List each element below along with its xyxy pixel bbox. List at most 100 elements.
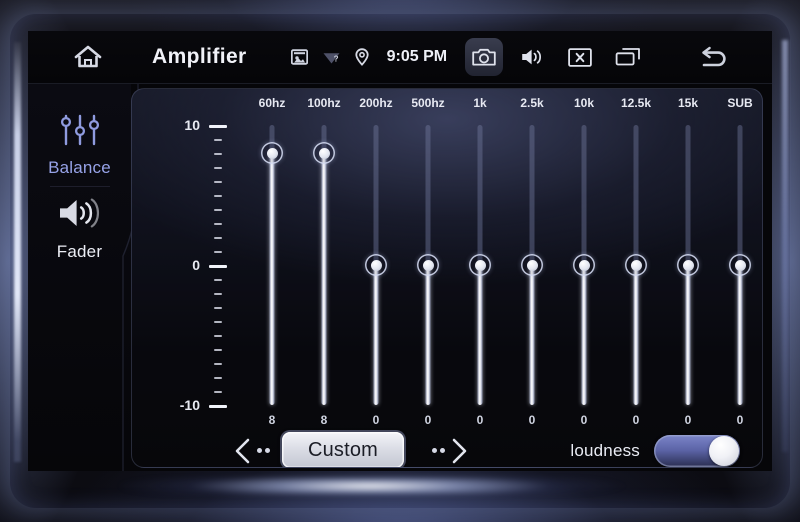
slider-knob[interactable] — [365, 254, 387, 276]
axis-tick-minor — [214, 153, 222, 155]
slider-fill — [633, 265, 639, 405]
eq-slider-1k[interactable] — [467, 125, 493, 405]
eq-slider-12.5k[interactable] — [623, 125, 649, 405]
eq-value: 8 — [268, 413, 276, 427]
loudness-toggle-knob — [709, 435, 739, 466]
equalizer-panel: 60hz 100hz 200hz 500hz 1k 2.5k 10k 12.5k 15k SUB … — [131, 88, 763, 468]
frequency-label: 60hz — [258, 96, 286, 110]
top-status-bar: Amplifier ? 9:05 PM — [28, 31, 772, 83]
back-arrow-icon[interactable] — [689, 35, 739, 79]
dot — [257, 448, 262, 453]
db-axis-label: 0 — [192, 257, 200, 273]
wifi-question-icon: ? — [322, 49, 341, 65]
sidebar-item-fader-label: Fader — [56, 242, 103, 261]
sliders-icon — [58, 114, 102, 151]
eq-value: 8 — [320, 413, 328, 427]
slider-fill — [321, 153, 327, 405]
prev-dots — [257, 448, 270, 453]
slider-knob[interactable] — [417, 254, 439, 276]
slider-fill — [685, 265, 691, 405]
head-unit-screen: Amplifier ? 9:05 PM Balance Fader 60hz 1… — [28, 31, 772, 471]
eq-value: 0 — [424, 413, 432, 427]
axis-tick-major — [209, 125, 227, 128]
page-title: Amplifier — [152, 45, 247, 68]
eq-slider-100hz[interactable] — [311, 125, 337, 405]
preset-button[interactable]: Custom — [282, 432, 404, 467]
home-icon[interactable] — [60, 31, 116, 83]
db-axis-label: -10 — [179, 397, 200, 413]
eq-value: 0 — [476, 413, 484, 427]
eq-value: 0 — [528, 413, 536, 427]
eq-value: 0 — [372, 413, 380, 427]
slider-knob[interactable] — [573, 254, 595, 276]
next-dots — [432, 448, 445, 453]
slider-fill — [581, 265, 587, 405]
slider-knob[interactable] — [677, 254, 699, 276]
axis-tick-minor — [214, 307, 222, 309]
slider-knob[interactable] — [729, 254, 751, 276]
slider-knob[interactable] — [261, 142, 283, 164]
axis-tick-minor — [214, 237, 222, 239]
db-axis: 10 0 -10 — [132, 89, 242, 467]
eq-slider-10k[interactable] — [571, 125, 597, 405]
slider-knob[interactable] — [469, 254, 491, 276]
frequency-label: SUB — [727, 96, 753, 110]
axis-tick-minor — [214, 195, 222, 197]
prev-preset-button[interactable] — [232, 434, 270, 467]
mode-sidebar: Balance Fader — [28, 84, 131, 471]
axis-tick-minor — [214, 363, 222, 365]
axis-tick-minor — [214, 391, 222, 393]
slider-fill — [373, 265, 379, 405]
axis-tick-minor — [214, 321, 222, 323]
preset-label: Custom — [307, 438, 379, 461]
eq-slider-500hz[interactable] — [415, 125, 441, 405]
frequency-label: 200hz — [359, 96, 393, 110]
camera-icon[interactable] — [465, 38, 504, 76]
axis-tick-minor — [214, 251, 222, 253]
close-box-icon[interactable] — [561, 38, 599, 76]
eq-slider-sub[interactable] — [727, 125, 753, 405]
eq-value: 0 — [580, 413, 588, 427]
axis-tick-minor — [214, 209, 222, 211]
speaker-waves-icon — [57, 196, 103, 235]
sidebar-item-balance[interactable]: Balance — [28, 114, 131, 178]
slider-knob[interactable] — [313, 142, 335, 164]
svg-text:?: ? — [333, 54, 338, 63]
frequency-label: 100hz — [307, 96, 341, 110]
axis-tick-minor — [214, 181, 222, 183]
topbar-divider — [28, 83, 772, 84]
loudness-toggle[interactable] — [654, 434, 740, 467]
eq-value: 0 — [736, 413, 744, 427]
axis-tick-major — [209, 405, 227, 408]
frequency-label: 2.5k — [520, 96, 544, 110]
eq-value: 0 — [684, 413, 692, 427]
eq-slider-60hz[interactable] — [259, 125, 285, 405]
frequency-label: 12.5k — [620, 96, 652, 110]
sidebar-item-balance-label: Balance — [48, 158, 111, 177]
axis-tick-minor — [214, 335, 222, 337]
axis-tick-minor — [214, 167, 222, 169]
slider-fill — [477, 265, 483, 405]
status-clock: 9:05 PM — [386, 48, 448, 65]
slider-fill — [529, 265, 535, 405]
axis-tick-major — [209, 265, 227, 268]
eq-value: 0 — [632, 413, 640, 427]
preset-controls-bar: Custom loudness — [132, 432, 762, 467]
sidebar-divider — [50, 186, 110, 187]
speaker-icon[interactable] — [513, 38, 551, 76]
slider-knob[interactable] — [625, 254, 647, 276]
slider-fill — [269, 153, 275, 405]
slider-knob[interactable] — [521, 254, 543, 276]
eq-slider-2.5k[interactable] — [519, 125, 545, 405]
system-button-cluster — [465, 38, 647, 76]
loudness-control: loudness — [570, 433, 740, 467]
eq-slider-200hz[interactable] — [363, 125, 389, 405]
axis-tick-minor — [214, 377, 222, 379]
next-preset-button[interactable] — [432, 434, 470, 467]
eq-slider-15k[interactable] — [675, 125, 701, 405]
sidebar-item-fader[interactable]: Fader — [28, 196, 131, 262]
recent-apps-icon[interactable] — [609, 38, 647, 76]
frequency-label: 500hz — [411, 96, 445, 110]
loudness-label: loudness — [570, 440, 640, 460]
frequency-label: 1k — [473, 96, 487, 110]
